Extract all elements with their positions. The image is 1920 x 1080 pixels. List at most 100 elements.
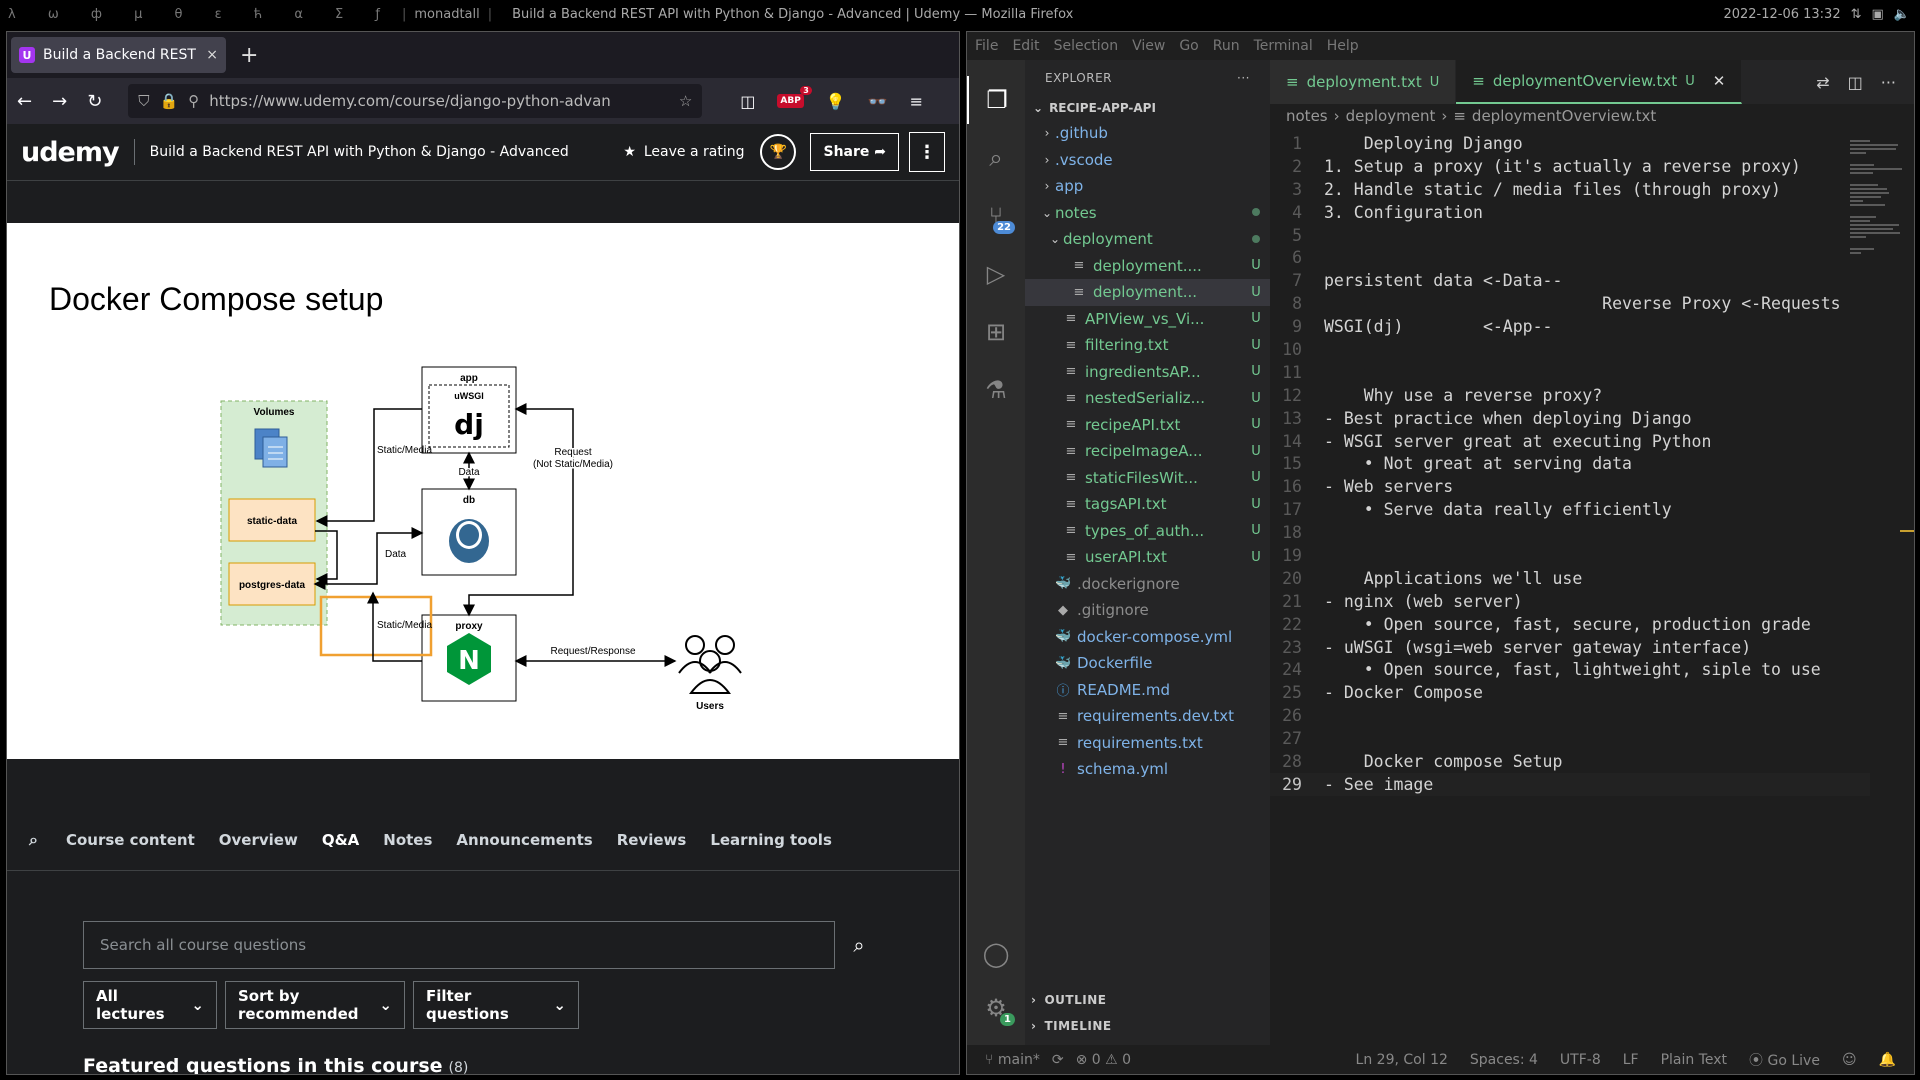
tree-folder[interactable]: ⌄ deployment — [1025, 226, 1270, 253]
compare-changes-icon[interactable]: ⇄ — [1816, 73, 1829, 92]
tree-file[interactable]: ≡ staticFilesWit... U — [1025, 465, 1270, 492]
tree-file[interactable]: ≡ tagsAPI.txt U — [1025, 491, 1270, 518]
tree-file[interactable]: 🐳 .dockerignore — [1025, 571, 1270, 598]
tree-file[interactable]: ! schema.yml — [1025, 756, 1270, 783]
account-icon[interactable]: ◯ — [967, 930, 1025, 978]
tree-file[interactable]: ≡ ingredientsAP... U — [1025, 359, 1270, 386]
code-line[interactable]: 8 Reverse Proxy <-Requests — [1270, 292, 1870, 315]
url-text[interactable]: https://www.udemy.com/course/django-pyth… — [209, 92, 669, 110]
breadcrumb-file[interactable]: deploymentOverview.txt — [1472, 107, 1656, 125]
qa-search-input[interactable]: Search all course questions — [83, 921, 835, 969]
new-tab-button[interactable]: + — [240, 43, 258, 68]
shield-icon[interactable]: ⛉ — [138, 92, 149, 110]
explorer-icon[interactable]: ❐ — [967, 76, 1025, 124]
code-line[interactable]: 20 Applications we'll use — [1270, 567, 1870, 590]
breadcrumb-deployment[interactable]: deployment — [1346, 107, 1436, 125]
leave-rating-button[interactable]: ★ Leave a rating — [623, 144, 744, 160]
tree-file[interactable]: ≡ filtering.txt U — [1025, 332, 1270, 359]
udemy-logo[interactable]: udemy — [21, 137, 120, 168]
close-icon[interactable]: ✕ — [1713, 72, 1726, 90]
pocket-icon[interactable]: ◫ — [740, 92, 755, 111]
minimap[interactable] — [1850, 140, 1908, 254]
tree-file[interactable]: ≡ requirements.txt — [1025, 730, 1270, 757]
search-icon[interactable]: ⌕ — [967, 134, 1025, 182]
tab-qa[interactable]: Q&A — [322, 831, 359, 849]
code-line[interactable]: 4 3. Configuration — [1270, 201, 1870, 224]
timeline-section[interactable]: › TIMELINE — [1025, 1013, 1270, 1039]
code-line[interactable]: 12 Why use a reverse proxy? — [1270, 384, 1870, 407]
network-icon[interactable]: ⇅ — [1851, 7, 1862, 22]
tree-folder[interactable]: › .github — [1025, 120, 1270, 147]
all-lectures-dropdown[interactable]: All lectures ⌄ — [83, 981, 217, 1029]
browser-tab[interactable]: U Build a Backend REST AP × — [11, 37, 226, 73]
code-line[interactable]: 13 - Best practice when deploying Django — [1270, 407, 1870, 430]
code-line[interactable]: 9 WSGI(dj) <-App-- — [1270, 315, 1870, 338]
code-line[interactable]: 28 Docker compose Setup — [1270, 750, 1870, 773]
code-line[interactable]: 3 2. Handle static / media files (through… — [1270, 178, 1870, 201]
tab-overview[interactable]: Overview — [219, 831, 298, 849]
menu-selection[interactable]: Selection — [1054, 38, 1119, 54]
source-control-icon[interactable]: ⑂ 22 — [967, 192, 1025, 240]
code-line[interactable]: 14 - WSGI server great at executing Pytho… — [1270, 430, 1870, 453]
code-line[interactable]: 24 • Open source, fast, lightweight, sip… — [1270, 658, 1870, 681]
problems-status[interactable]: ⊗ 0 ⚠ 0 — [1076, 1052, 1131, 1068]
code-line[interactable]: 10 — [1270, 338, 1870, 361]
code-line[interactable]: 17 • Serve data really efficiently — [1270, 498, 1870, 521]
breadcrumb-notes[interactable]: notes — [1286, 107, 1328, 125]
workspace-glyphs[interactable]: λ ω ф μ θ ε ћ α Σ ƒ — [0, 7, 394, 22]
tree-file[interactable]: ≡ deployment... U — [1025, 279, 1270, 306]
language-mode[interactable]: Plain Text — [1661, 1052, 1727, 1068]
url-bar[interactable]: ⛉ 🔒 ⚲ https://www.udemy.com/course/djang… — [128, 84, 703, 118]
tree-file[interactable]: ≡ recipeAPI.txt U — [1025, 412, 1270, 439]
share-button[interactable]: Share ➦ — [810, 133, 899, 171]
more-actions-icon[interactable]: ··· — [1881, 73, 1896, 92]
tree-folder[interactable]: › .vscode — [1025, 147, 1270, 174]
run-debug-icon[interactable]: ▷ — [967, 250, 1025, 298]
menu-icon[interactable]: ≡ — [910, 92, 923, 111]
lock-icon[interactable]: 🔒 — [160, 92, 179, 110]
testing-flask-icon[interactable]: ⚗ — [967, 366, 1025, 414]
course-title[interactable]: Build a Backend REST API with Python & D… — [150, 144, 624, 160]
tab-course-content[interactable]: Course content — [66, 831, 195, 849]
menu-help[interactable]: Help — [1327, 38, 1359, 54]
code-line[interactable]: 5 — [1270, 224, 1870, 247]
split-editor-icon[interactable]: ◫ — [1848, 73, 1863, 92]
sync-icon[interactable]: ⟳ — [1052, 1052, 1064, 1068]
extension-glasses-icon[interactable]: 👓 — [868, 92, 888, 111]
bookmark-star-icon[interactable]: ☆ — [679, 92, 692, 110]
code-line[interactable]: 16 - Web servers — [1270, 475, 1870, 498]
extensions-icon[interactable]: ⊞ — [967, 308, 1025, 356]
permissions-icon[interactable]: ⚲ — [188, 92, 199, 110]
extension-bulb-icon[interactable]: 💡 — [826, 92, 846, 111]
settings-gear-icon[interactable]: ⚙ 1 — [967, 984, 1025, 1032]
tree-file[interactable]: ≡ nestedSerializ... U — [1025, 385, 1270, 412]
menu-run[interactable]: Run — [1213, 38, 1240, 54]
code-line[interactable]: 22 • Open source, fast, secure, producti… — [1270, 613, 1870, 636]
menu-file[interactable]: File — [975, 38, 998, 54]
more-options-icon[interactable]: ⋮ — [909, 132, 945, 172]
indentation[interactable]: Spaces: 4 — [1470, 1052, 1538, 1068]
code-line[interactable]: 26 — [1270, 704, 1870, 727]
code-line[interactable]: 27 — [1270, 727, 1870, 750]
screen-icon[interactable]: ▣ — [1872, 7, 1884, 22]
code-line[interactable]: 11 — [1270, 361, 1870, 384]
tree-file[interactable]: ≡ recipeImageA... U — [1025, 438, 1270, 465]
end-of-line[interactable]: LF — [1623, 1052, 1639, 1068]
editor-tab[interactable]: ≡ deployment.txt U — [1270, 60, 1457, 104]
branch-status[interactable]: ⑂ main* — [985, 1052, 1040, 1068]
encoding[interactable]: UTF-8 — [1560, 1052, 1601, 1068]
tab-notes[interactable]: Notes — [383, 831, 432, 849]
go-live-button[interactable]: ⦿ Go Live — [1749, 1050, 1820, 1070]
code-line[interactable]: 29 - See image — [1270, 772, 1870, 796]
explorer-more-icon[interactable]: ··· — [1237, 71, 1250, 85]
tab-close-icon[interactable]: × — [206, 47, 218, 63]
code-line[interactable]: 6 — [1270, 246, 1870, 269]
forward-icon[interactable]: → — [52, 91, 67, 112]
tree-file[interactable]: ≡ types_of_auth... U — [1025, 518, 1270, 545]
tab-learning-tools[interactable]: Learning tools — [710, 831, 832, 849]
tree-file[interactable]: ⓘ README.md — [1025, 677, 1270, 704]
code-line[interactable]: 15 • Not great at serving data — [1270, 452, 1870, 475]
tree-file[interactable]: 🐳 Dockerfile — [1025, 650, 1270, 677]
code-line[interactable]: 2 1. Setup a proxy (it's actually a rever… — [1270, 155, 1870, 178]
code-editor[interactable]: 1 Deploying Django 2 1. Setup a proxy (it'… — [1270, 132, 1870, 796]
